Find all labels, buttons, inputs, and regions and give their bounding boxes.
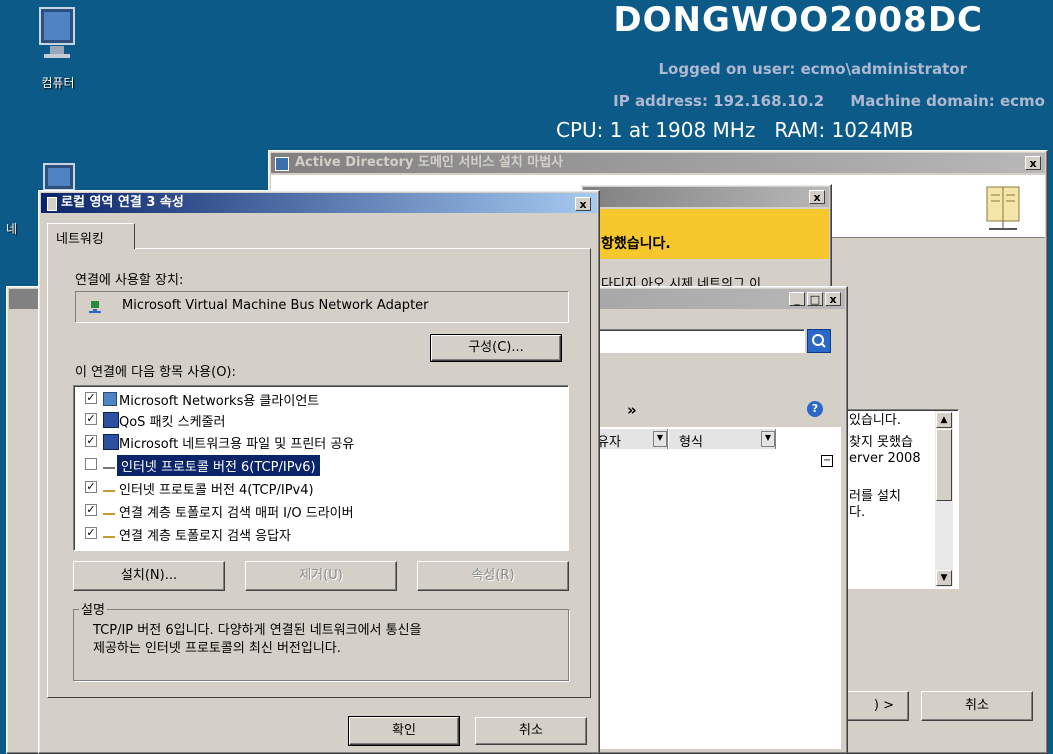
item-checkbox[interactable] bbox=[85, 458, 97, 470]
list-item[interactable]: ✓ 연결 계층 토폴로지 검색 매퍼 I/O 드라이버 bbox=[79, 501, 559, 521]
install-button[interactable]: 설치(N)... bbox=[73, 561, 225, 591]
explorer-search-input[interactable] bbox=[567, 329, 805, 353]
computer-icon bbox=[103, 434, 119, 450]
column-header-type[interactable]: 형식 ▼ bbox=[669, 429, 776, 450]
uninstall-button[interactable]: 제거(U) bbox=[245, 561, 397, 591]
warning-close-button[interactable]: x bbox=[809, 190, 825, 204]
computer-desktop-icon[interactable]: 컴퓨터 bbox=[28, 6, 88, 96]
properties-title-icon bbox=[47, 197, 57, 211]
computer-label: 컴퓨터 bbox=[41, 76, 75, 90]
bginfo-hostname: DONGWOO2008DC bbox=[613, 0, 983, 40]
bginfo-logged-on: Logged on user: ecmo\administrator bbox=[658, 60, 968, 78]
network-adapter-icon bbox=[88, 300, 102, 318]
list-item[interactable]: ✓ Microsoft 네트워크용 파일 및 프린터 공유 bbox=[79, 432, 559, 452]
item-checkbox[interactable]: ✓ bbox=[85, 435, 97, 447]
protocol-icon bbox=[103, 484, 115, 492]
scroll-thumb[interactable] bbox=[936, 429, 952, 501]
bginfo-ip: IP address: 192.168.10.2 Machine domain:… bbox=[613, 92, 1045, 110]
help-icon[interactable]: ? bbox=[807, 401, 823, 417]
description-line-2: 제공하는 인터넷 프로토콜의 최신 버전입니다. bbox=[93, 641, 341, 656]
scroll-down-icon[interactable]: ▼ bbox=[936, 570, 952, 586]
properties-titlebar[interactable]: 로컬 영역 연결 3 속성 bbox=[41, 193, 597, 213]
explorer-file-list[interactable] bbox=[567, 427, 841, 749]
adapter-box: Microsoft Virtual Machine Bus Network Ad… bbox=[75, 291, 569, 323]
item-checkbox[interactable]: ✓ bbox=[85, 392, 97, 404]
dropdown-arrow-icon[interactable]: ▼ bbox=[761, 431, 775, 447]
maximize-button[interactable]: □ bbox=[807, 292, 823, 306]
cancel-button[interactable]: 취소 bbox=[475, 717, 587, 745]
description-group-label: 설명 bbox=[79, 599, 107, 618]
ad-wizard-cancel-button[interactable]: 취소 bbox=[921, 691, 1033, 721]
protocol-icon bbox=[103, 507, 115, 515]
properties-button[interactable]: 속성(R) bbox=[417, 561, 569, 591]
list-item[interactable]: ✓ QoS 패킷 스케줄러 bbox=[79, 410, 559, 430]
network-label: 네 bbox=[6, 222, 18, 236]
list-item[interactable]: ✓ 인터넷 프로토콜 버전 4(TCP/IPv4) bbox=[79, 478, 559, 498]
item-checkbox[interactable]: ✓ bbox=[85, 527, 97, 539]
ad-wizard-titlebar[interactable]: Active Directory 도메인 서비스 설치 마법사 bbox=[271, 153, 1045, 173]
search-icon[interactable] bbox=[807, 329, 831, 353]
computer-icon bbox=[36, 6, 78, 62]
tab-networking[interactable]: 네트워킹 bbox=[47, 223, 135, 249]
dropdown-arrow-icon[interactable]: ▼ bbox=[653, 431, 667, 447]
items-label: 이 연결에 다음 항목 사용(O): bbox=[75, 365, 236, 380]
network-client-icon bbox=[103, 392, 117, 406]
connect-using-label: 연결에 사용할 장치: bbox=[75, 273, 184, 288]
item-checkbox[interactable]: ✓ bbox=[85, 504, 97, 516]
protocol-icon bbox=[103, 530, 115, 538]
description-line-1: TCP/IP 버전 6입니다. 다양하게 연결된 네트워크에서 통신을 bbox=[93, 623, 422, 638]
configure-button[interactable]: 구성(C)... bbox=[430, 334, 562, 362]
ad-wizard-book-icon bbox=[981, 183, 1025, 239]
computer-icon bbox=[103, 412, 119, 428]
ad-wizard-title: Active Directory 도메인 서비스 설치 마법사 bbox=[295, 155, 564, 170]
ad-wizard-title-icon bbox=[275, 157, 289, 171]
item-checkbox[interactable]: ✓ bbox=[85, 413, 97, 425]
protocol-icon bbox=[103, 461, 115, 469]
properties-title: 로컬 영역 연결 3 속성 bbox=[61, 195, 184, 210]
collapse-icon[interactable]: − bbox=[821, 455, 833, 467]
list-item[interactable]: ✓ 연결 계층 토폴로지 검색 응답자 bbox=[79, 524, 559, 544]
minimize-button[interactable]: _ bbox=[789, 292, 805, 306]
scroll-up-icon[interactable]: ▲ bbox=[936, 412, 952, 428]
explorer-more-arrow[interactable]: » bbox=[627, 401, 637, 419]
properties-dialog[interactable]: 로컬 영역 연결 3 속성 x 네트워킹 연결에 사용할 장치: Microso… bbox=[38, 190, 600, 754]
ok-button[interactable]: 확인 bbox=[348, 716, 460, 746]
adapter-name: Microsoft Virtual Machine Bus Network Ad… bbox=[122, 298, 429, 313]
bginfo-cpu-ram: CPU: 1 at 1908 MHz RAM: 1024MB bbox=[556, 118, 914, 142]
list-item[interactable]: ✓ Microsoft Networks용 클라이언트 bbox=[79, 389, 559, 409]
warning-titlebar[interactable] bbox=[583, 187, 829, 207]
warning-banner-text: 항했습니다. bbox=[601, 236, 671, 252]
ad-wizard-scrollbar[interactable]: ▲ ▼ bbox=[935, 411, 953, 587]
ad-wizard-close-button[interactable]: x bbox=[1025, 156, 1041, 170]
explorer-close-button[interactable]: x bbox=[825, 292, 841, 306]
ad-wizard-text: 있습니다. 찾지 못했습 erver 2008 러를 설치 다. bbox=[849, 413, 921, 520]
properties-close-button[interactable]: x bbox=[575, 197, 591, 211]
item-checkbox[interactable]: ✓ bbox=[85, 481, 97, 493]
list-item-selected[interactable]: 인터넷 프로토콜 버전 6(TCP/IPv6) bbox=[79, 455, 559, 476]
